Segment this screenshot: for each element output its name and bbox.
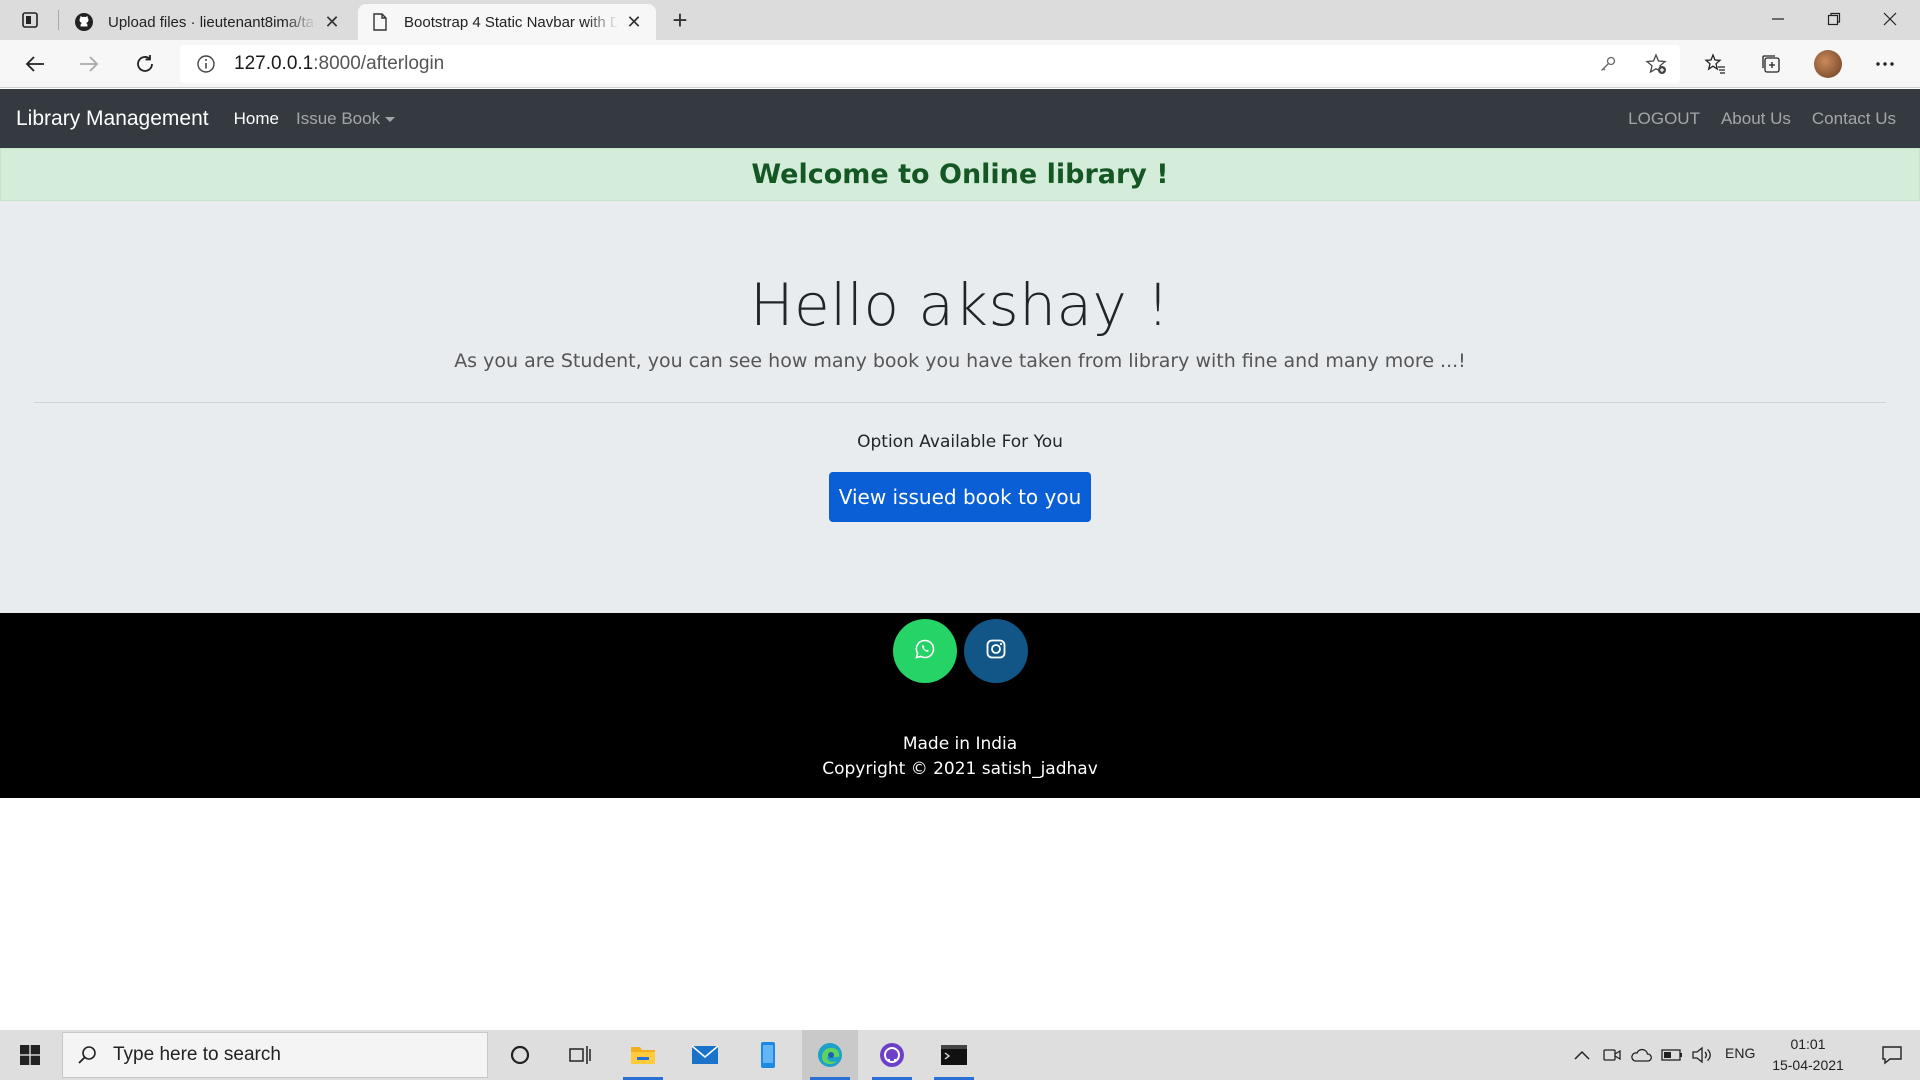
whatsapp-icon — [914, 638, 936, 665]
greeting-heading: Hello akshay ! — [749, 271, 1171, 339]
notification-center-icon[interactable] — [1864, 1030, 1920, 1080]
lead-text: As you are Student, you can see how many… — [454, 350, 1466, 372]
restore-icon[interactable] — [1806, 0, 1862, 38]
back-icon[interactable] — [18, 48, 52, 80]
nav-issue-book-dropdown[interactable]: Issue Book — [295, 108, 396, 129]
more-options-icon[interactable] — [1870, 50, 1900, 78]
task-view-icon[interactable] — [552, 1030, 608, 1080]
site-navbar: Library Management Home Issue Book LOGOU… — [0, 89, 1920, 148]
refresh-icon[interactable] — [128, 48, 162, 80]
taskbar-clock[interactable]: 01:01 15-04-2021 — [1766, 1034, 1850, 1076]
view-issued-books-button[interactable]: View issued book to you — [829, 472, 1091, 522]
cortana-icon[interactable] — [492, 1030, 548, 1080]
search-icon — [75, 1043, 99, 1067]
jumbotron: Hello akshay ! As you are Student, you c… — [0, 201, 1920, 613]
terminal-icon[interactable] — [926, 1030, 982, 1080]
github-icon — [74, 12, 94, 32]
url-host: 127.0.0.1 — [234, 53, 314, 74]
input-language[interactable]: ENG — [1725, 1045, 1755, 1061]
nav-logout-link[interactable]: LOGOUT — [1628, 109, 1700, 129]
taskbar-search-box[interactable]: Type here to search — [62, 1032, 488, 1078]
address-bar[interactable]: 127.0.0.1:8000/afterlogin — [180, 45, 1680, 83]
new-tab-icon[interactable]: + — [666, 5, 694, 35]
edge-browser-icon[interactable] — [802, 1030, 858, 1080]
welcome-heading: Welcome to Online library ! — [751, 159, 1169, 190]
site-info-icon[interactable] — [192, 50, 220, 78]
clock-date: 15-04-2021 — [1772, 1057, 1844, 1073]
meet-now-icon[interactable] — [1600, 1043, 1624, 1067]
close-tab-icon[interactable]: ✕ — [624, 12, 644, 32]
nav-issue-book-label: Issue Book — [295, 108, 381, 128]
minimize-icon[interactable] — [1750, 0, 1806, 38]
caret-down-icon — [385, 116, 396, 122]
instagram-icon — [985, 638, 1007, 665]
options-label: Option Available For You — [857, 432, 1063, 452]
nav-contact-link[interactable]: Contact Us — [1812, 109, 1896, 129]
divider — [34, 402, 1886, 403]
mail-icon[interactable] — [677, 1030, 733, 1080]
close-tab-icon[interactable]: ✕ — [322, 12, 342, 32]
tab-actions-icon[interactable] — [14, 8, 46, 32]
url-text[interactable]: 127.0.0.1:8000/afterlogin — [234, 53, 444, 75]
welcome-alert: Welcome to Online library ! — [0, 148, 1920, 201]
file-explorer-icon[interactable] — [615, 1030, 671, 1080]
copyright-text: Copyright © 2021 satish_jadhav — [822, 759, 1098, 779]
chevron-up-icon[interactable] — [1570, 1043, 1594, 1067]
windows-taskbar: Type here to search ENG 01:01 15-04-2021 — [0, 1030, 1920, 1080]
tab-title: Upload files · lieutenant8ima/taco — [108, 13, 316, 31]
navbar-brand[interactable]: Library Management — [16, 107, 209, 131]
nav-home-link[interactable]: Home — [234, 109, 279, 129]
github-desktop-icon[interactable] — [864, 1030, 920, 1080]
tab-separator — [58, 10, 59, 30]
made-in-text: Made in India — [902, 734, 1018, 754]
profile-avatar[interactable] — [1814, 50, 1842, 78]
site-footer: Made in India Copyright © 2021 satish_ja… — [0, 613, 1920, 798]
windows-start-icon[interactable] — [0, 1030, 60, 1080]
navbar-right-links: LOGOUT About Us Contact Us — [1628, 89, 1896, 148]
add-favorite-icon[interactable] — [1642, 52, 1670, 76]
key-icon[interactable] — [1594, 52, 1622, 76]
search-placeholder: Type here to search — [113, 1044, 281, 1065]
onedrive-icon[interactable] — [1629, 1043, 1653, 1067]
instagram-button[interactable] — [964, 619, 1028, 683]
battery-icon[interactable] — [1660, 1043, 1684, 1067]
nav-about-link[interactable]: About Us — [1721, 109, 1791, 129]
page-icon — [370, 12, 390, 32]
collections-icon[interactable] — [1756, 50, 1786, 78]
browser-tab-upload-files[interactable]: Upload files · lieutenant8ima/taco ✕ — [62, 4, 354, 40]
browser-tab-strip: Upload files · lieutenant8ima/taco ✕ Boo… — [0, 0, 1920, 40]
forward-icon[interactable] — [72, 48, 106, 80]
browser-toolbar: 127.0.0.1:8000/afterlogin — [0, 40, 1920, 88]
whatsapp-button[interactable] — [893, 619, 957, 683]
volume-icon[interactable] — [1690, 1043, 1714, 1067]
browser-tab-bootstrap-navbar[interactable]: Bootstrap 4 Static Navbar with Dropdown … — [358, 4, 656, 40]
favorites-icon[interactable] — [1700, 50, 1730, 78]
url-path: :8000/afterlogin — [313, 53, 445, 74]
clock-time: 01:01 — [1790, 1036, 1826, 1052]
tab-title: Bootstrap 4 Static Navbar with Dropdown — [404, 13, 618, 31]
close-window-icon[interactable] — [1862, 0, 1918, 38]
phone-app-icon[interactable] — [740, 1030, 796, 1080]
